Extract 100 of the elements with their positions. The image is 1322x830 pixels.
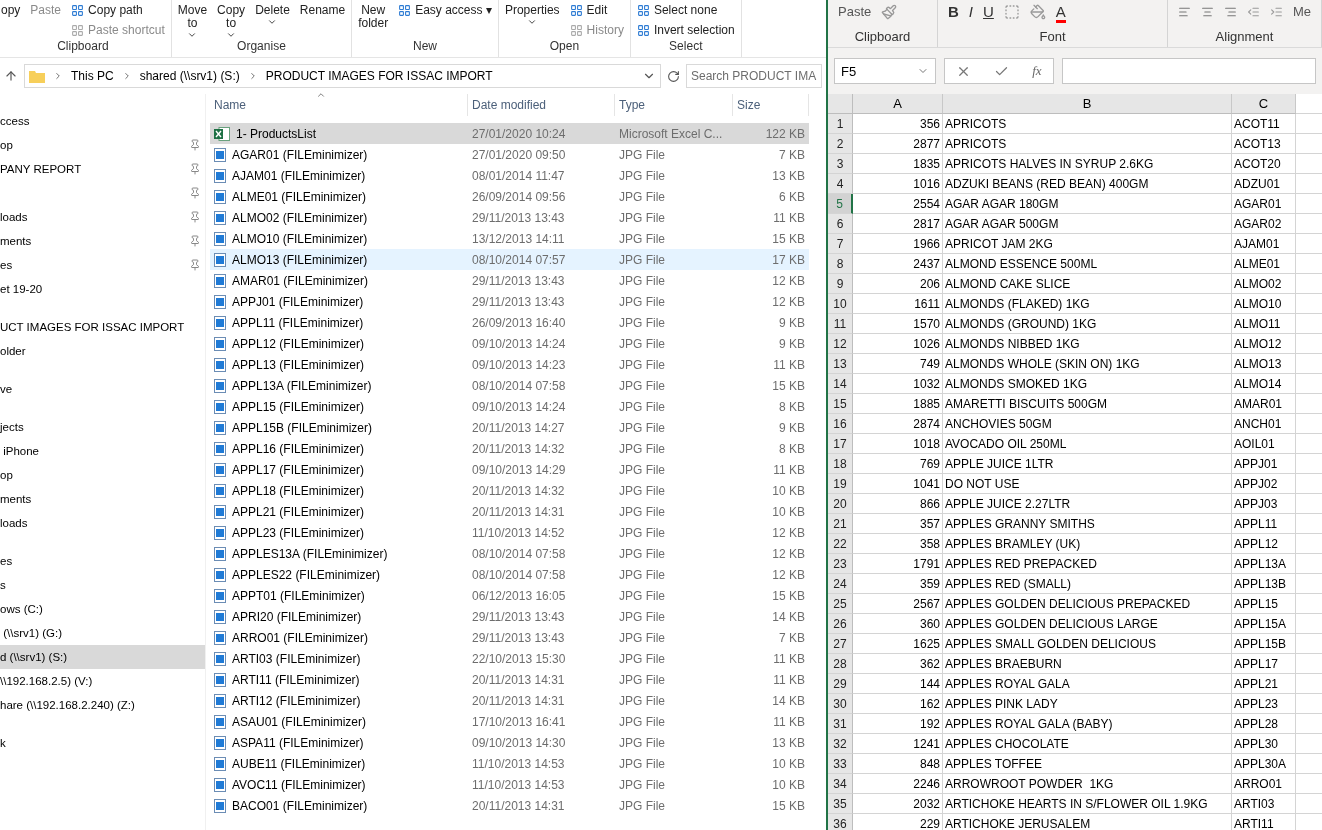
file-row[interactable]: APPL13 (FILEminimizer) 09/10/2013 14:23 JPG File 11 KB <box>210 354 809 375</box>
name-box[interactable]: F5 <box>834 58 936 84</box>
underline-button[interactable]: U <box>983 4 994 20</box>
row-header[interactable]: 8 <box>828 254 853 274</box>
italic-button[interactable]: I <box>968 4 973 20</box>
row-header[interactable]: 22 <box>828 534 853 554</box>
row-header[interactable]: 28 <box>828 654 853 674</box>
nav-item[interactable]: loads <box>0 205 205 229</box>
borders-icon[interactable] <box>1003 4 1020 20</box>
file-row[interactable]: ARRO01 (FILEminimizer) 29/11/2013 13:43 JPG File 7 KB <box>210 627 809 648</box>
row-header[interactable]: 25 <box>828 594 853 614</box>
select-all-corner[interactable] <box>828 94 853 114</box>
ribbon-button[interactable]: New folder <box>358 4 389 30</box>
nav-item[interactable]: ve <box>0 377 205 401</box>
file-row[interactable]: ARTI12 (FILEminimizer) 20/11/2013 14:31 JPG File 14 KB <box>210 690 809 711</box>
file-row[interactable]: APPL17 (FILEminimizer) 09/10/2013 14:29 JPG File 11 KB <box>210 459 809 480</box>
file-row[interactable]: ALMO13 (FILEminimizer) 08/10/2014 07:57 JPG File 17 KB <box>210 249 809 270</box>
nav-item[interactable]: PANY REPORT <box>0 157 205 181</box>
file-row[interactable]: APPLES13A (FILEminimizer) 08/10/2014 07:58 JPG File 12 KB <box>210 543 809 564</box>
row-header[interactable]: 14 <box>828 374 853 394</box>
nav-item[interactable]: loads <box>0 511 205 535</box>
ribbon-button[interactable]: Select none <box>636 3 735 17</box>
nav-item[interactable]: ments <box>0 487 205 511</box>
row-header[interactable]: 7 <box>828 234 853 254</box>
ribbon-button[interactable]: Copy to <box>217 4 246 39</box>
breadcrumb[interactable]: shared (\\srv1) (S:) <box>139 69 240 83</box>
column-header[interactable]: C <box>1232 94 1296 114</box>
row-header[interactable]: 35 <box>828 794 853 814</box>
ribbon-button[interactable]: Delete <box>255 4 290 27</box>
nav-item[interactable]: d (\\srv1) (S:) <box>0 645 205 669</box>
search-field[interactable]: Search PRODUCT IMA <box>686 64 822 88</box>
address-bar[interactable]: This PC shared (\\srv1) (S:) PRODUCT IMAGES FOR ISSAC IMPORT <box>24 64 661 88</box>
file-row[interactable]: ALMO02 (FILEminimizer) 29/11/2013 13:43 JPG File 11 KB <box>210 207 809 228</box>
row-header[interactable]: 21 <box>828 514 853 534</box>
ribbon-button[interactable]: Rename <box>299 4 346 17</box>
ribbon-button[interactable]: Move to <box>177 4 208 39</box>
row-header[interactable]: 36 <box>828 814 853 830</box>
nav-item[interactable]: UCT IMAGES FOR ISSAC IMPORT <box>0 315 205 339</box>
format-painter-icon[interactable] <box>881 4 898 20</box>
row-header[interactable]: 2 <box>828 134 853 154</box>
fill-color-icon[interactable] <box>1029 4 1046 20</box>
file-row[interactable]: AGAR01 (FILEminimizer) 27/01/2020 09:50 JPG File 7 KB <box>210 144 809 165</box>
nav-item[interactable]: older <box>0 339 205 363</box>
file-row[interactable]: APPL21 (FILEminimizer) 20/11/2013 14:31 JPG File 10 KB <box>210 501 809 522</box>
row-header[interactable]: 33 <box>828 754 853 774</box>
font-color-button[interactable]: A <box>1055 4 1066 23</box>
row-header[interactable]: 10 <box>828 294 853 314</box>
row-header[interactable]: 29 <box>828 674 853 694</box>
file-row[interactable]: ALMO10 (FILEminimizer) 13/12/2013 14:11 JPG File 15 KB <box>210 228 809 249</box>
column-header[interactable]: Size <box>733 94 809 116</box>
file-row[interactable]: APPL15 (FILEminimizer) 09/10/2013 14:24 JPG File 8 KB <box>210 396 809 417</box>
nav-item[interactable]: \\192.168.2.5) (V:) <box>0 669 205 693</box>
nav-item[interactable]: ments <box>0 229 205 253</box>
insert-function-button[interactable]: fx <box>1032 63 1042 79</box>
file-row[interactable]: AVOC11 (FILEminimizer) 11/10/2013 14:53 JPG File 10 KB <box>210 774 809 795</box>
row-header[interactable]: 15 <box>828 394 853 414</box>
ribbon-button[interactable]: Copy path <box>71 3 165 17</box>
nav-item[interactable]: op <box>0 133 205 157</box>
nav-item[interactable]: (\\srv1) (G:) <box>0 621 205 645</box>
column-header[interactable]: A <box>853 94 943 114</box>
file-row[interactable]: APPL18 (FILEminimizer) 20/11/2013 14:32 JPG File 10 KB <box>210 480 809 501</box>
row-header[interactable]: 30 <box>828 694 853 714</box>
column-header[interactable]: Type <box>615 94 733 116</box>
nav-item[interactable]: iPhone <box>0 439 205 463</box>
row-header[interactable]: 17 <box>828 434 853 454</box>
ribbon-button[interactable]: opy <box>1 4 21 17</box>
column-header[interactable]: Name <box>210 94 468 116</box>
file-row[interactable]: ALME01 (FILEminimizer) 26/09/2014 09:56 JPG File 6 KB <box>210 186 809 207</box>
file-row[interactable]: ASPA11 (FILEminimizer) 09/10/2013 14:30 JPG File 13 KB <box>210 732 809 753</box>
file-row[interactable]: APPLES22 (FILEminimizer) 08/10/2014 07:58 JPG File 12 KB <box>210 564 809 585</box>
row-header[interactable]: 32 <box>828 734 853 754</box>
file-row[interactable]: APRI20 (FILEminimizer) 29/11/2013 13:43 JPG File 14 KB <box>210 606 809 627</box>
row-header[interactable]: 13 <box>828 354 853 374</box>
nav-item[interactable]: k <box>0 731 205 755</box>
file-row[interactable]: APPL11 (FILEminimizer) 26/09/2013 16:40 JPG File 9 KB <box>210 312 809 333</box>
file-row[interactable]: ASAU01 (FILEminimizer) 17/10/2013 16:41 JPG File 11 KB <box>210 711 809 732</box>
row-header[interactable]: 34 <box>828 774 853 794</box>
column-header[interactable]: Date modified <box>468 94 615 116</box>
row-header[interactable]: 16 <box>828 414 853 434</box>
row-header[interactable]: 24 <box>828 574 853 594</box>
nav-item[interactable]: jects <box>0 415 205 439</box>
row-header[interactable]: 12 <box>828 334 853 354</box>
file-row[interactable]: ARTI03 (FILEminimizer) 22/10/2013 15:30 JPG File 11 KB <box>210 648 809 669</box>
file-row[interactable]: 1- ProductsList 27/01/2020 10:24 Microsoft Excel C... 122 KB <box>210 123 809 144</box>
nav-item[interactable]: op <box>0 463 205 487</box>
ribbon-button[interactable]: Edit <box>569 3 624 17</box>
file-row[interactable]: AMAR01 (FILEminimizer) 29/11/2013 13:43 JPG File 12 KB <box>210 270 809 291</box>
nav-item[interactable]: s <box>0 573 205 597</box>
file-row[interactable]: ARTI11 (FILEminimizer) 20/11/2013 14:31 JPG File 11 KB <box>210 669 809 690</box>
row-header[interactable]: 19 <box>828 474 853 494</box>
row-header[interactable]: 4 <box>828 174 853 194</box>
nav-item[interactable]: ccess <box>0 109 205 133</box>
file-row[interactable]: APPL15B (FILEminimizer) 20/11/2013 14:27 JPG File 9 KB <box>210 417 809 438</box>
row-header[interactable]: 9 <box>828 274 853 294</box>
row-header[interactable]: 27 <box>828 634 853 654</box>
ribbon-button[interactable]: Paste <box>838 4 872 19</box>
column-header[interactable]: B <box>943 94 1232 114</box>
row-header[interactable]: 3 <box>828 154 853 174</box>
file-row[interactable]: APPL12 (FILEminimizer) 09/10/2013 14:24 JPG File 9 KB <box>210 333 809 354</box>
row-header[interactable]: 6 <box>828 214 853 234</box>
